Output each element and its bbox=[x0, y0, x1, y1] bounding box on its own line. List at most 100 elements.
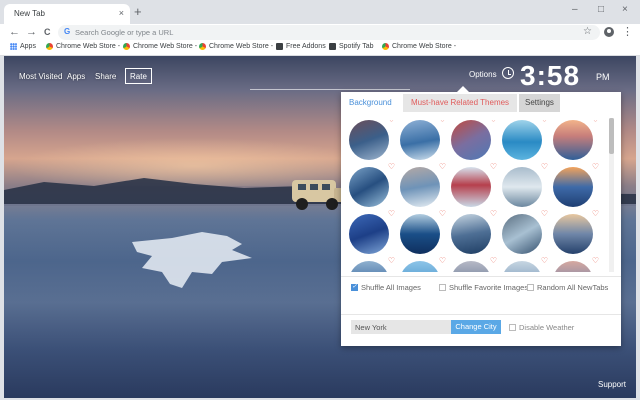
bookmark-chrome-web-store-2[interactable]: Chrome Web Store - bbox=[123, 43, 197, 50]
clock-icon[interactable] bbox=[502, 67, 514, 79]
most-visited-link[interactable]: Most Visited bbox=[19, 72, 62, 81]
background-thumbnail[interactable]: ♡ bbox=[502, 163, 548, 207]
background-thumbnail-grid: ♡ ♡ ♡ ♡ ♡ ♡ ♡ ♡ ♡ ♡ ♡ ♡ ♡ ♡ ♡ ♡ ♡ ♡ ♡ ♡ bbox=[347, 120, 603, 272]
shuffle-all-checkbox[interactable] bbox=[351, 283, 358, 291]
browser-tab[interactable]: New Tab × bbox=[4, 4, 130, 24]
favorite-heart-icon[interactable]: ♡ bbox=[592, 120, 599, 124]
tab-related-themes[interactable]: Must-have Related Themes bbox=[403, 94, 517, 112]
address-bar[interactable]: G Search Google or type a URL ☆ bbox=[58, 25, 600, 40]
background-thumbnail[interactable]: ♡ bbox=[400, 163, 446, 207]
shuffle-all-option[interactable]: Shuffle All Images bbox=[351, 283, 421, 292]
grid-scrollbar[interactable] bbox=[609, 118, 614, 272]
favorite-heart-icon[interactable]: ♡ bbox=[388, 120, 395, 124]
close-tab-icon[interactable]: × bbox=[119, 8, 124, 18]
background-thumbnail[interactable]: ♡ bbox=[451, 257, 497, 272]
shuffle-favorite-option[interactable]: Shuffle Favorite Images bbox=[439, 283, 528, 292]
bookmark-chrome-web-store-1[interactable]: Chrome Web Store - bbox=[46, 43, 120, 50]
maximize-button[interactable]: □ bbox=[598, 5, 604, 15]
tab-background[interactable]: Background bbox=[343, 94, 398, 112]
new-tab-button[interactable]: + bbox=[134, 5, 142, 18]
close-window-button[interactable]: × bbox=[622, 5, 628, 15]
favorite-heart-icon[interactable]: ♡ bbox=[439, 120, 446, 124]
favorite-heart-icon[interactable]: ♡ bbox=[541, 163, 548, 171]
bookmark-chrome-web-store-3[interactable]: Chrome Web Store - bbox=[199, 43, 273, 50]
background-thumbnail[interactable]: ♡ bbox=[451, 210, 497, 254]
background-thumbnail[interactable]: ♡ bbox=[349, 210, 395, 254]
background-thumbnail[interactable]: ♡ bbox=[451, 120, 497, 160]
favorite-heart-icon[interactable]: ♡ bbox=[439, 257, 446, 265]
new-tab-page: Most Visited Apps Share Rate Options 3:5… bbox=[4, 56, 636, 398]
favorite-heart-icon[interactable]: ♡ bbox=[439, 163, 446, 171]
options-link[interactable]: Options bbox=[469, 70, 497, 79]
favorite-heart-icon[interactable]: ♡ bbox=[592, 257, 599, 265]
disable-weather-checkbox[interactable] bbox=[509, 324, 516, 331]
back-icon[interactable]: ← bbox=[9, 26, 20, 38]
tab-settings[interactable]: Settings bbox=[519, 94, 560, 112]
chrome-web-store-icon bbox=[46, 43, 53, 50]
favorite-heart-icon[interactable]: ♡ bbox=[592, 163, 599, 171]
support-link[interactable]: Support bbox=[598, 380, 626, 389]
favorite-heart-icon[interactable]: ♡ bbox=[439, 210, 446, 218]
title-bar: New Tab × + – □ × bbox=[0, 0, 640, 24]
thumbnail-image bbox=[451, 120, 491, 160]
background-thumbnail[interactable]: ♡ bbox=[349, 257, 395, 272]
tab-title: New Tab bbox=[14, 9, 45, 18]
background-thumbnail[interactable]: ♡ bbox=[400, 120, 446, 160]
thumbnail-image bbox=[349, 167, 389, 207]
background-thumbnail[interactable]: ♡ bbox=[502, 210, 548, 254]
thumbnail-image bbox=[553, 261, 593, 272]
weather-row: Change City Disable Weather bbox=[341, 314, 621, 338]
background-thumbnail[interactable]: ♡ bbox=[400, 210, 446, 254]
grid-scroll-thumb[interactable] bbox=[609, 118, 614, 154]
bookmark-star-icon[interactable]: ☆ bbox=[583, 26, 592, 37]
chrome-menu-icon[interactable]: ⋮ bbox=[622, 25, 633, 38]
bookmark-apps[interactable]: Apps bbox=[10, 43, 36, 50]
background-thumbnail[interactable]: ♡ bbox=[553, 120, 599, 160]
background-thumbnail[interactable]: ♡ bbox=[349, 120, 395, 160]
favorite-heart-icon[interactable]: ♡ bbox=[490, 210, 497, 218]
bookmark-spotify-tab[interactable]: Spotify Tab bbox=[329, 43, 374, 50]
favorite-heart-icon[interactable]: ♡ bbox=[541, 120, 548, 124]
favorite-heart-icon[interactable]: ♡ bbox=[388, 163, 395, 171]
profile-avatar-icon[interactable] bbox=[604, 27, 614, 37]
disable-weather-option[interactable]: Disable Weather bbox=[509, 323, 574, 332]
favorite-heart-icon[interactable]: ♡ bbox=[388, 210, 395, 218]
apps-link[interactable]: Apps bbox=[67, 72, 85, 81]
share-link[interactable]: Share bbox=[95, 72, 116, 81]
random-all-checkbox[interactable] bbox=[527, 284, 534, 291]
background-thumbnail[interactable]: ♡ bbox=[349, 163, 395, 207]
thumbnail-image bbox=[349, 261, 389, 272]
favorite-heart-icon[interactable]: ♡ bbox=[490, 257, 497, 265]
background-thumbnail[interactable]: ♡ bbox=[400, 257, 446, 272]
background-thumbnail[interactable]: ♡ bbox=[502, 257, 548, 272]
thumbnail-image bbox=[349, 214, 389, 254]
favorite-heart-icon[interactable]: ♡ bbox=[490, 120, 497, 124]
thumbnail-image bbox=[502, 167, 542, 207]
google-icon: G bbox=[64, 27, 71, 36]
forward-icon[interactable]: → bbox=[26, 26, 37, 38]
favorite-heart-icon[interactable]: ♡ bbox=[592, 210, 599, 218]
bookmark-chrome-web-store-4[interactable]: Chrome Web Store - bbox=[382, 43, 456, 50]
bookmark-free-addons[interactable]: Free Addons bbox=[276, 43, 326, 50]
favorite-heart-icon[interactable]: ♡ bbox=[541, 257, 548, 265]
favorite-heart-icon[interactable]: ♡ bbox=[490, 163, 497, 171]
background-thumbnail[interactable]: ♡ bbox=[553, 210, 599, 254]
shuffle-options: Shuffle All Images Shuffle Favorite Imag… bbox=[341, 276, 621, 296]
random-all-option[interactable]: Random All NewTabs bbox=[527, 283, 608, 292]
thumbnail-image bbox=[400, 120, 440, 160]
thumbnail-image bbox=[400, 261, 440, 272]
city-input[interactable] bbox=[351, 320, 451, 334]
background-thumbnail[interactable]: ♡ bbox=[502, 120, 548, 160]
favorite-heart-icon[interactable]: ♡ bbox=[541, 210, 548, 218]
background-thumbnail[interactable]: ♡ bbox=[451, 163, 497, 207]
change-city-button[interactable]: Change City bbox=[451, 320, 501, 334]
background-thumbnail[interactable]: ♡ bbox=[553, 163, 599, 207]
background-thumbnail[interactable]: ♡ bbox=[553, 257, 599, 272]
options-tabs: Background Must-have Related Themes Sett… bbox=[341, 92, 621, 112]
reload-icon[interactable]: C bbox=[44, 26, 51, 38]
favorite-heart-icon[interactable]: ♡ bbox=[388, 257, 395, 265]
search-underline[interactable] bbox=[250, 89, 410, 90]
minimize-button[interactable]: – bbox=[572, 5, 578, 15]
rate-button[interactable]: Rate bbox=[125, 68, 152, 84]
shuffle-favorite-checkbox[interactable] bbox=[439, 284, 446, 291]
